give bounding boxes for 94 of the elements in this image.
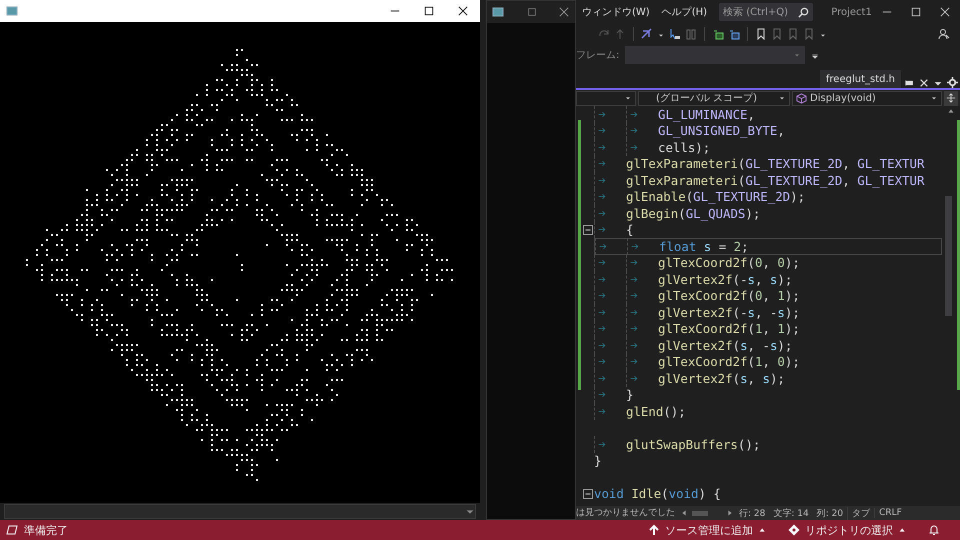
code-line: glVertex2f(-s, -s); xyxy=(658,304,800,320)
menu-item[interactable]: ウィンドウ(W) xyxy=(576,5,656,19)
find-message: は見つかりませんでした xyxy=(576,507,675,519)
bell-icon[interactable] xyxy=(928,524,940,536)
tab-arrow-icon xyxy=(598,308,607,317)
tab-arrow-icon xyxy=(630,258,639,268)
bookmark-icon[interactable] xyxy=(755,28,767,40)
tab-arrow-icon xyxy=(598,176,607,185)
column-indicator: 列: 20 xyxy=(816,508,844,520)
app-window-icon xyxy=(6,5,18,17)
frame-label: フレーム: xyxy=(576,49,620,62)
code-line: GL_LUMINANCE, xyxy=(658,106,755,122)
close-icon xyxy=(458,6,468,16)
tab-arrow-icon xyxy=(598,225,607,234)
tab-arrow-icon xyxy=(599,242,608,251)
code-line: glTexParameteri(GL_TEXTURE_2D, GL_TEXTUR xyxy=(626,172,924,188)
code-line: glTexCoord2f(0, 1); xyxy=(658,288,800,304)
code-line: glVertex2f(-s, s); xyxy=(658,272,792,287)
tab-arrow-icon xyxy=(630,142,639,152)
code-line: glBegin(GL_QUADS); xyxy=(626,206,760,221)
tab-arrow-icon xyxy=(630,374,639,383)
app-window-icon xyxy=(492,6,504,18)
code-line: glVertex2f(s, s); xyxy=(658,370,785,386)
collapse-icon[interactable] xyxy=(583,224,593,235)
cube-icon xyxy=(796,92,807,104)
source-control-button[interactable]: ソース管理に追加 xyxy=(648,522,768,538)
code-line: glutSwapBuffers(); xyxy=(626,436,760,452)
output-window-icon xyxy=(6,524,18,536)
dropdown-field[interactable] xyxy=(4,504,476,519)
tab-arrow-icon xyxy=(598,357,607,366)
collapse-icon[interactable] xyxy=(583,488,593,499)
tab-arrow-icon xyxy=(630,340,639,350)
document-tab[interactable]: freeglut_std.h xyxy=(820,70,901,88)
search-field[interactable]: 検索 (Ctrl+Q) xyxy=(719,3,814,21)
repository-button[interactable]: リポジトリの選択 xyxy=(788,522,908,538)
split-icon xyxy=(946,93,956,103)
tab-arrow-icon xyxy=(598,390,607,400)
member-dropdown[interactable]: Display(void) xyxy=(792,90,942,106)
line-number-indicator: 行: 28 xyxy=(738,508,766,520)
person-share-icon[interactable] xyxy=(938,28,950,40)
search-icon xyxy=(798,6,810,18)
tab-arrow-icon xyxy=(598,110,607,119)
close-icon xyxy=(940,7,950,17)
code-line: glEnable(GL_TEXTURE_2D); xyxy=(626,189,806,204)
tab-arrow-icon xyxy=(598,159,607,168)
code-line: glTexCoord2f(1, 0); xyxy=(658,354,800,370)
code-line: float s = 2; xyxy=(659,238,749,254)
code-line: glTexParameteri(GL_TEXTURE_2D, GL_TEXTUR xyxy=(626,156,924,172)
tab-arrow-icon xyxy=(598,291,607,300)
tab-arrow-icon xyxy=(630,110,639,119)
tab-arrow-icon xyxy=(598,142,607,152)
code-line: glEnd(); xyxy=(626,404,686,419)
arrow-up-icon xyxy=(648,524,660,536)
scope-dropdown[interactable]: (グローバル スコープ) xyxy=(638,90,790,106)
tab-arrow-icon xyxy=(598,258,607,268)
code-line: glTexCoord2f(1, 1); xyxy=(658,321,800,336)
tab-arrow-icon xyxy=(598,208,607,218)
code-line: glTexCoord2f(0, 0); xyxy=(658,255,800,270)
tab-arrow-icon xyxy=(631,242,640,251)
tab-arrow-icon xyxy=(598,274,607,284)
tab-arrow-icon xyxy=(630,291,639,300)
tab-arrow-icon xyxy=(598,340,607,350)
code-line: } xyxy=(594,453,602,468)
tab-arrow-icon xyxy=(598,374,607,383)
tab-arrow-icon xyxy=(630,357,639,366)
tab-arrow-icon xyxy=(630,308,639,317)
code-line: void Idle(void) { xyxy=(594,486,721,502)
scroll-thumb[interactable] xyxy=(944,196,952,316)
code-line: cells); xyxy=(658,140,710,155)
tab-arrow-icon xyxy=(598,324,607,334)
line-ending[interactable]: CRLF xyxy=(874,508,906,518)
maximize-icon xyxy=(910,7,921,17)
character-indicator: 文字: 14 xyxy=(772,508,810,520)
tab-arrow-icon xyxy=(598,192,607,202)
status-message: 準備完了 xyxy=(24,522,68,538)
maximize-icon xyxy=(424,6,434,16)
project-name: Project1 xyxy=(831,6,872,18)
tab-arrow-icon xyxy=(630,274,639,284)
maximize-icon[interactable] xyxy=(526,7,536,17)
split-button[interactable] xyxy=(944,90,958,106)
tab-arrow-icon xyxy=(598,126,607,136)
code-line: GL_UNSIGNED_BYTE, xyxy=(658,123,785,138)
columns-icon[interactable] xyxy=(685,28,697,40)
tab-arrow-icon xyxy=(598,406,607,416)
tab-arrow-icon xyxy=(598,440,607,449)
code-line: { xyxy=(626,222,634,238)
tab-arrow-icon xyxy=(630,324,639,334)
close-icon[interactable] xyxy=(559,7,569,17)
code-line: } xyxy=(626,387,634,402)
menu-item[interactable]: ヘルプ(H) xyxy=(656,5,714,19)
scroll-thumb[interactable] xyxy=(692,510,708,516)
code-line: glVertex2f(s, -s); xyxy=(658,338,792,353)
tab-arrow-icon xyxy=(630,126,639,136)
diamond-icon xyxy=(788,524,800,536)
